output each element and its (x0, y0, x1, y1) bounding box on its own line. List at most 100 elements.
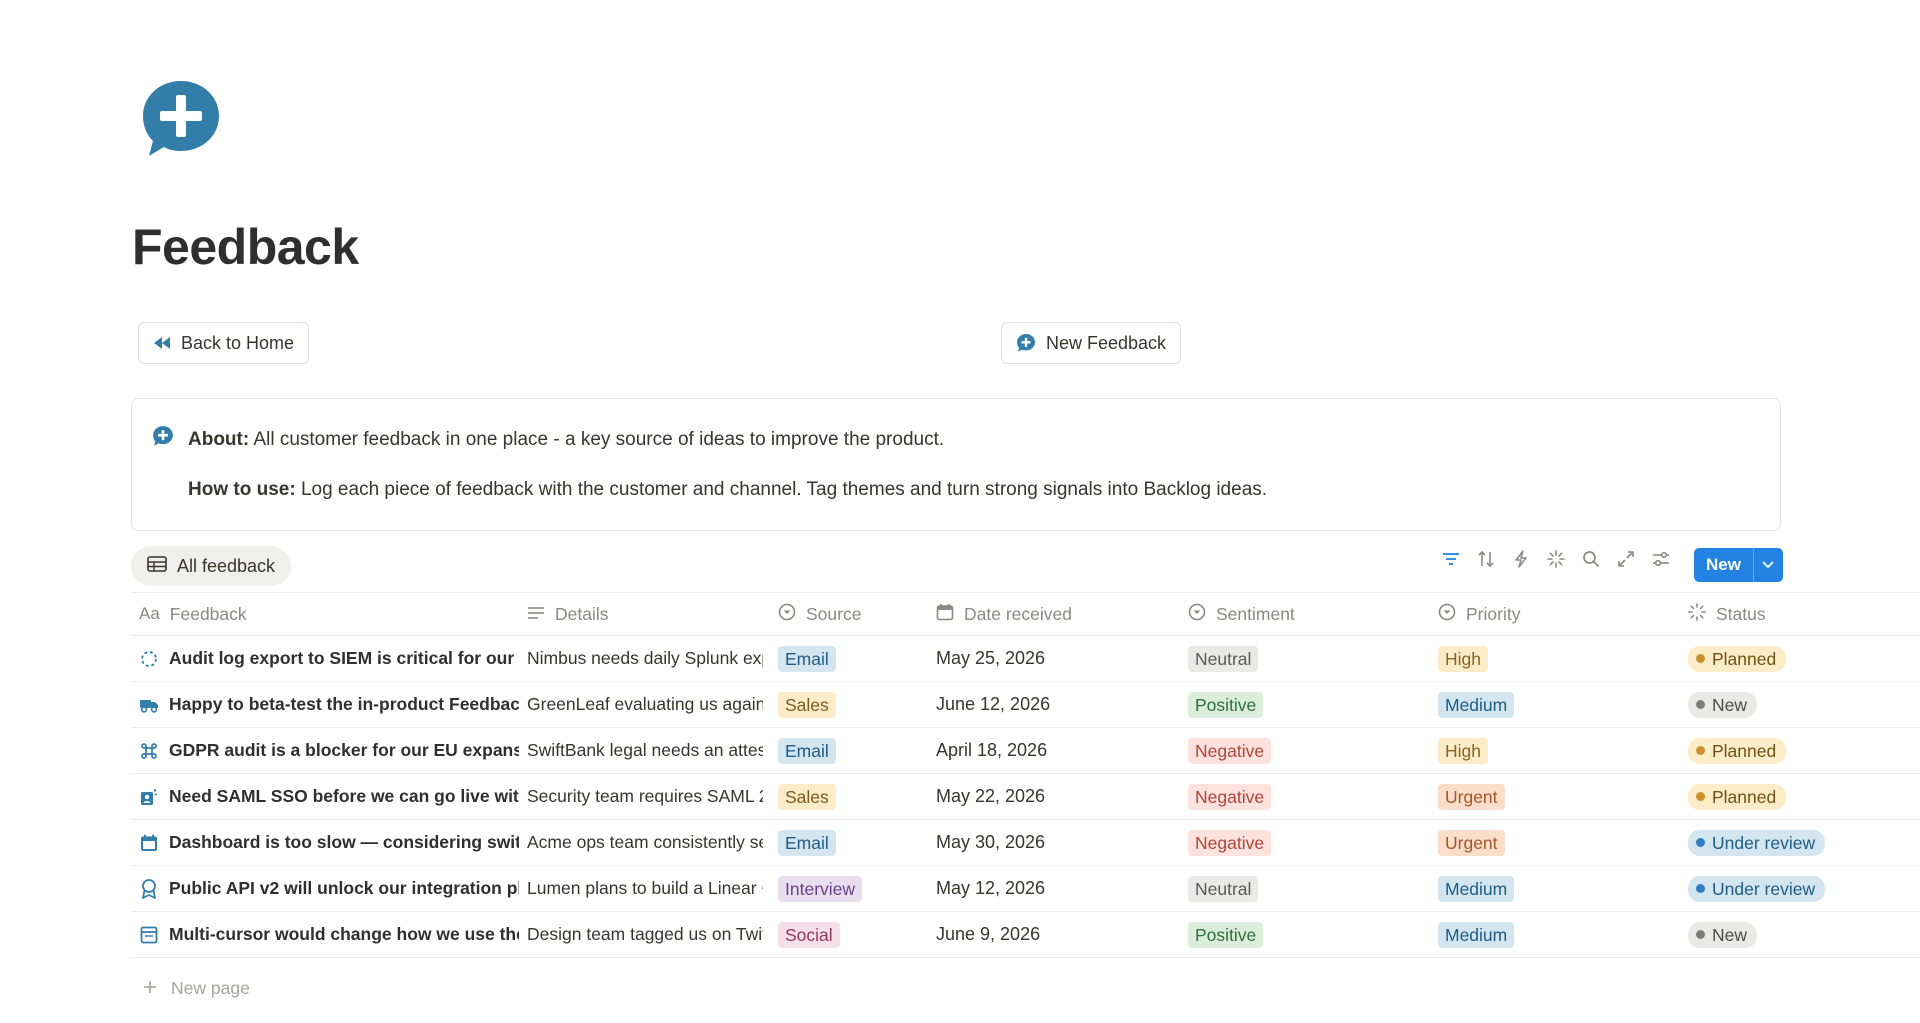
expand-icon[interactable] (1615, 548, 1637, 570)
feedback-title[interactable]: GDPR audit is a blocker for our EU expan… (169, 740, 519, 761)
details-cell[interactable]: Nimbus needs daily Splunk expo (527, 636, 767, 681)
date-received-cell[interactable]: April 18, 2026 (936, 728, 1196, 773)
sentiment-cell[interactable]: Neutral (1188, 866, 1428, 911)
feedback-title[interactable]: Need SAML SSO before we can go live with (169, 786, 519, 807)
details-cell[interactable]: GreenLeaf evaluating us against (527, 682, 767, 727)
date-received-cell[interactable]: June 12, 2026 (936, 682, 1196, 727)
source-cell[interactable]: Email (778, 728, 928, 773)
calendar-icon (139, 833, 159, 853)
details-cell[interactable]: Acme ops team consistently se (527, 820, 767, 865)
table-row[interactable]: Multi-cursor would change how we use the… (131, 912, 1920, 958)
date-received-cell[interactable]: May 25, 2026 (936, 636, 1196, 681)
date-received-cell[interactable]: May 30, 2026 (936, 820, 1196, 865)
priority-cell[interactable]: Medium (1438, 682, 1678, 727)
select-property-icon (1188, 603, 1206, 626)
status-cell[interactable]: Planned (1688, 636, 1918, 681)
details-cell[interactable]: Lumen plans to build a Linear + (527, 866, 767, 911)
table-body: Audit log export to SIEM is critical for… (131, 636, 1920, 958)
priority-cell[interactable]: Urgent (1438, 820, 1678, 865)
date-received-cell[interactable]: May 12, 2026 (936, 866, 1196, 911)
search-icon[interactable] (1580, 548, 1602, 570)
date-received-cell[interactable]: May 22, 2026 (936, 774, 1196, 819)
status-badge: Planned (1688, 737, 1787, 764)
priority-cell[interactable]: Medium (1438, 912, 1678, 957)
priority-cell[interactable]: High (1438, 728, 1678, 773)
table-row[interactable]: Audit log export to SIEM is critical for… (131, 636, 1920, 682)
feedback-title[interactable]: Audit log export to SIEM is critical for… (169, 648, 519, 669)
source-cell[interactable]: Interview (778, 866, 928, 911)
sentiment-cell[interactable]: Positive (1188, 912, 1428, 957)
details-cell[interactable]: Design team tagged us on Twitt (527, 912, 767, 957)
details-cell[interactable]: SwiftBank legal needs an attesta (527, 728, 767, 773)
source-cell[interactable]: Email (778, 636, 928, 681)
source-cell[interactable]: Social (778, 912, 928, 957)
column-header-feedback[interactable]: Aa Feedback (139, 593, 519, 635)
new-feedback-button[interactable]: New Feedback (1001, 322, 1182, 364)
feedback-cell[interactable]: Multi-cursor would change how we use the… (139, 912, 519, 957)
column-header-source[interactable]: Source (778, 593, 928, 635)
new-record-button[interactable]: New (1694, 548, 1783, 582)
lightning-icon[interactable] (1510, 548, 1532, 570)
feedback-title[interactable]: Multi-cursor would change how we use the… (169, 924, 519, 945)
feedback-cell[interactable]: Audit log export to SIEM is critical for… (139, 636, 519, 681)
table-row[interactable]: GDPR audit is a blocker for our EU expan… (131, 728, 1920, 774)
source-cell[interactable]: Sales (778, 774, 928, 819)
status-cell[interactable]: Planned (1688, 728, 1918, 773)
feedback-cell[interactable]: Need SAML SSO before we can go live with (139, 774, 519, 819)
priority-tag: Medium (1438, 691, 1515, 718)
chevron-down-icon[interactable] (1752, 548, 1783, 582)
status-label: Planned (1712, 740, 1777, 761)
source-tag: Social (778, 921, 840, 948)
status-cell[interactable]: New (1688, 682, 1918, 727)
feedback-cell[interactable]: Happy to beta-test the in-product Feedba… (139, 682, 519, 727)
source-cell[interactable]: Email (778, 820, 928, 865)
status-dot (1696, 792, 1705, 801)
database-toolbar (1440, 548, 1672, 570)
sentiment-cell[interactable]: Negative (1188, 820, 1428, 865)
status-property-icon (1688, 602, 1706, 626)
table-row[interactable]: Need SAML SSO before we can go live with… (131, 774, 1920, 820)
sentiment-cell[interactable]: Neutral (1188, 636, 1428, 681)
filter-icon[interactable] (1440, 548, 1462, 570)
column-header-status[interactable]: Status (1688, 593, 1918, 635)
priority-cell[interactable]: High (1438, 636, 1678, 681)
column-header-date-received[interactable]: Date received (936, 593, 1196, 635)
sort-icon[interactable] (1475, 548, 1497, 570)
priority-cell[interactable]: Urgent (1438, 774, 1678, 819)
truck-icon (139, 695, 159, 715)
feedback-title[interactable]: Dashboard is too slow — considering swit… (169, 832, 519, 853)
table-row[interactable]: Public API v2 will unlock our integratio… (131, 866, 1920, 912)
details-cell[interactable]: Security team requires SAML 2.0 (527, 774, 767, 819)
feedback-title[interactable]: Happy to beta-test the in-product Feedba… (169, 694, 519, 715)
feedback-cell[interactable]: GDPR audit is a blocker for our EU expan… (139, 728, 519, 773)
sentiment-cell[interactable]: Positive (1188, 682, 1428, 727)
source-tag: Sales (778, 691, 836, 718)
window-icon (139, 925, 159, 945)
column-header-sentiment[interactable]: Sentiment (1188, 593, 1428, 635)
tab-all-feedback[interactable]: All feedback (131, 546, 292, 586)
details-text: GreenLeaf evaluating us against (527, 694, 763, 714)
priority-cell[interactable]: Medium (1438, 866, 1678, 911)
status-cell[interactable]: Under review (1688, 866, 1918, 911)
settings-sliders-icon[interactable] (1650, 548, 1672, 570)
date-received-cell[interactable]: June 9, 2026 (936, 912, 1196, 957)
feedback-cell[interactable]: Dashboard is too slow — considering swit… (139, 820, 519, 865)
new-page-button[interactable]: New page (143, 978, 250, 999)
sentiment-cell[interactable]: Negative (1188, 728, 1428, 773)
feedback-title[interactable]: Public API v2 will unlock our integratio… (169, 878, 519, 899)
about-line: About: All customer feedback in one plac… (188, 429, 944, 451)
status-cell[interactable]: New (1688, 912, 1918, 957)
status-cell[interactable]: Planned (1688, 774, 1918, 819)
table-row[interactable]: Happy to beta-test the in-product Feedba… (131, 682, 1920, 728)
status-label: Planned (1712, 648, 1777, 669)
column-header-details[interactable]: Details (527, 593, 767, 635)
back-to-home-button[interactable]: Back to Home (138, 322, 310, 364)
feedback-cell[interactable]: Public API v2 will unlock our integratio… (139, 866, 519, 911)
source-cell[interactable]: Sales (778, 682, 928, 727)
status-cell[interactable]: Under review (1688, 820, 1918, 865)
status-label: Planned (1712, 786, 1777, 807)
table-row[interactable]: Dashboard is too slow — considering swit… (131, 820, 1920, 866)
sentiment-cell[interactable]: Negative (1188, 774, 1428, 819)
sparkle-loader-icon[interactable] (1545, 548, 1567, 570)
column-header-priority[interactable]: Priority (1438, 593, 1678, 635)
